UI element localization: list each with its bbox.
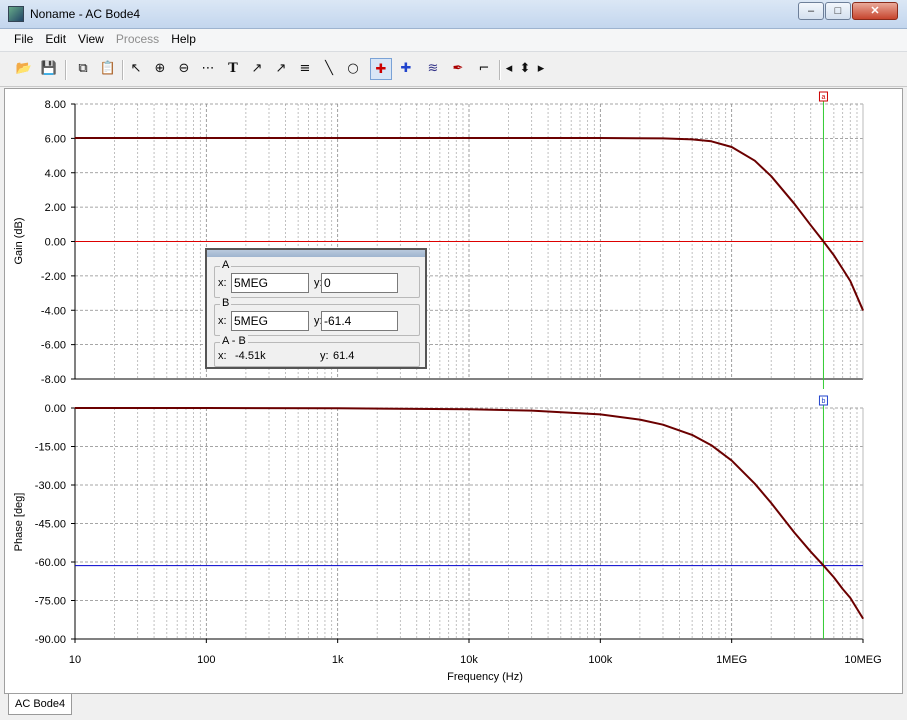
open-folder-icon[interactable]: 📂 [13, 58, 35, 80]
cursor-a-icon[interactable]: ✚ [370, 58, 392, 80]
cursor-b-x-field[interactable]: 5MEG [231, 311, 309, 331]
copy-icon[interactable]: ⧉ [72, 58, 94, 80]
cursor-a-group: A x: 5MEG y: 0 [214, 259, 420, 298]
save-icon[interactable]: 💾 [38, 58, 60, 80]
app-icon [8, 6, 24, 22]
pointer-icon[interactable]: ↖ [125, 58, 147, 80]
cursor-b-group: B x: 5MEG y: -61.4 [214, 297, 420, 336]
cursor-b-y-field[interactable]: -61.4 [321, 311, 398, 331]
menu-edit[interactable]: Edit [39, 29, 72, 51]
cursor-diff-label: A - B [220, 335, 248, 347]
window-title: Noname - AC Bode4 [30, 7, 141, 21]
label-point-icon[interactable]: ↗ [270, 58, 292, 80]
zoom-in-icon[interactable]: ⊕ [149, 58, 171, 80]
toolbar: 📂 💾 ⧉ 📋 ↖ ⊕ ⊖ ⋯ T ↗ ↗ ≡ ╲ ○ ✚ ✚ ≋ ✒ ⌐ ◂ … [0, 52, 907, 87]
cursor-b-x-key: x: [218, 315, 227, 327]
text-tool-icon[interactable]: T [222, 58, 244, 80]
cursor-a-x-key: x: [218, 277, 227, 289]
cursor-diff-y-value: 61.4 [333, 350, 355, 362]
cursor-b-label: B [220, 297, 232, 309]
cursor-readout-panel[interactable]: A x: 5MEG y: 0 B x: 5MEG y: -61.4 A - B … [205, 248, 427, 369]
menu-process[interactable]: Process [110, 29, 165, 51]
tab-ac-bode4[interactable]: AC Bode4 [8, 694, 73, 715]
minimize-button[interactable]: ‒ [798, 2, 824, 20]
label-curve-icon[interactable]: ↗ [246, 58, 268, 80]
menu-bar: File Edit View Process Help [0, 29, 907, 52]
arrow-updown-icon[interactable]: ⬍ [516, 58, 534, 80]
title-bar: Noname - AC Bode4 ‒ □ ✕ [0, 0, 907, 29]
cursor-diff-group: A - B x: -4.51k y: 61.4 [214, 335, 420, 367]
cursor-diff-y-key: y: [320, 350, 329, 362]
arrow-right-icon[interactable]: ▸ [534, 58, 548, 80]
tab-strip: AC Bode4 [0, 694, 907, 720]
label-axis-icon[interactable]: ≡ [294, 58, 316, 80]
zoom-100-icon[interactable]: ⊖ [173, 58, 195, 80]
cursor-a-label: A [220, 259, 232, 271]
cursor-b-icon[interactable]: ✚ [395, 58, 417, 80]
grid-icon[interactable]: ⋯ [197, 58, 219, 80]
paste-icon[interactable]: 📋 [97, 58, 119, 80]
circle-tool-icon[interactable]: ○ [342, 58, 364, 80]
add-marker-icon[interactable]: ✒ [447, 58, 469, 80]
cursor-a-y-field[interactable]: 0 [321, 273, 398, 293]
plot-area [4, 88, 903, 694]
arrow-left-icon[interactable]: ◂ [502, 58, 516, 80]
cursor-a-x-field[interactable]: 5MEG [231, 273, 309, 293]
close-button[interactable]: ✕ [852, 2, 898, 20]
cursor-diff-x-value: -4.51k [235, 350, 266, 362]
add-curve-icon[interactable]: ≋ [422, 58, 444, 80]
cursor-diff-x-key: x: [218, 350, 227, 362]
maximize-button[interactable]: □ [825, 2, 851, 20]
line-tool-icon[interactable]: ╲ [318, 58, 340, 80]
menu-help[interactable]: Help [165, 29, 202, 51]
menu-view[interactable]: View [72, 29, 110, 51]
menu-file[interactable]: File [8, 29, 39, 51]
step-icon[interactable]: ⌐ [473, 58, 495, 80]
cursor-panel-titlebar[interactable] [207, 250, 425, 257]
